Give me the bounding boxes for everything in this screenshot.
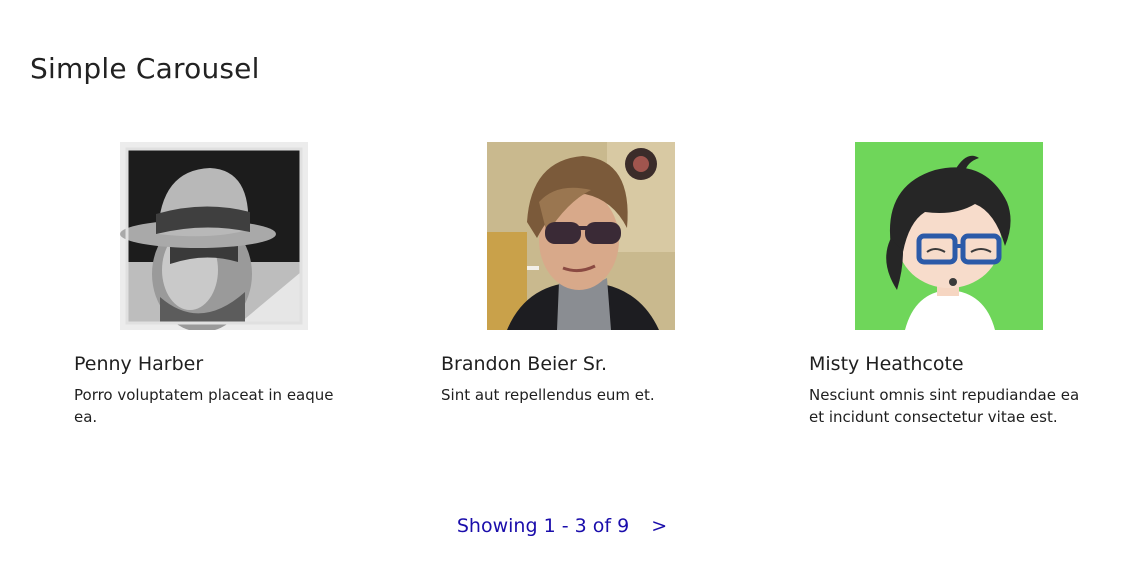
card-description: Sint aut repellendus eum et. (441, 386, 655, 404)
card-name: Penny Harber (74, 353, 204, 375)
carousel: Penny Harber Porro voluptatem placeat in… (0, 142, 1124, 442)
card-name: Brandon Beier Sr. (441, 353, 608, 375)
card-name: Misty Heathcote (809, 353, 964, 375)
next-page-button[interactable]: > (651, 512, 667, 540)
avatar-photo-color (487, 142, 675, 330)
avatar-cartoon (855, 142, 1043, 330)
page-title: Simple Carousel (30, 52, 260, 85)
avatar (487, 142, 675, 330)
pagination: Showing 1 - 3 of 9 > (0, 512, 1124, 540)
avatar (855, 142, 1043, 330)
card-description: Porro voluptatem placeat in eaque ea. (74, 386, 334, 426)
card-description: Nesciunt omnis sint repudiandae ea et in… (809, 386, 1080, 426)
pagination-status: Showing 1 - 3 of 9 (456, 515, 630, 537)
avatar-photo-bw (120, 142, 308, 330)
avatar (120, 142, 308, 330)
